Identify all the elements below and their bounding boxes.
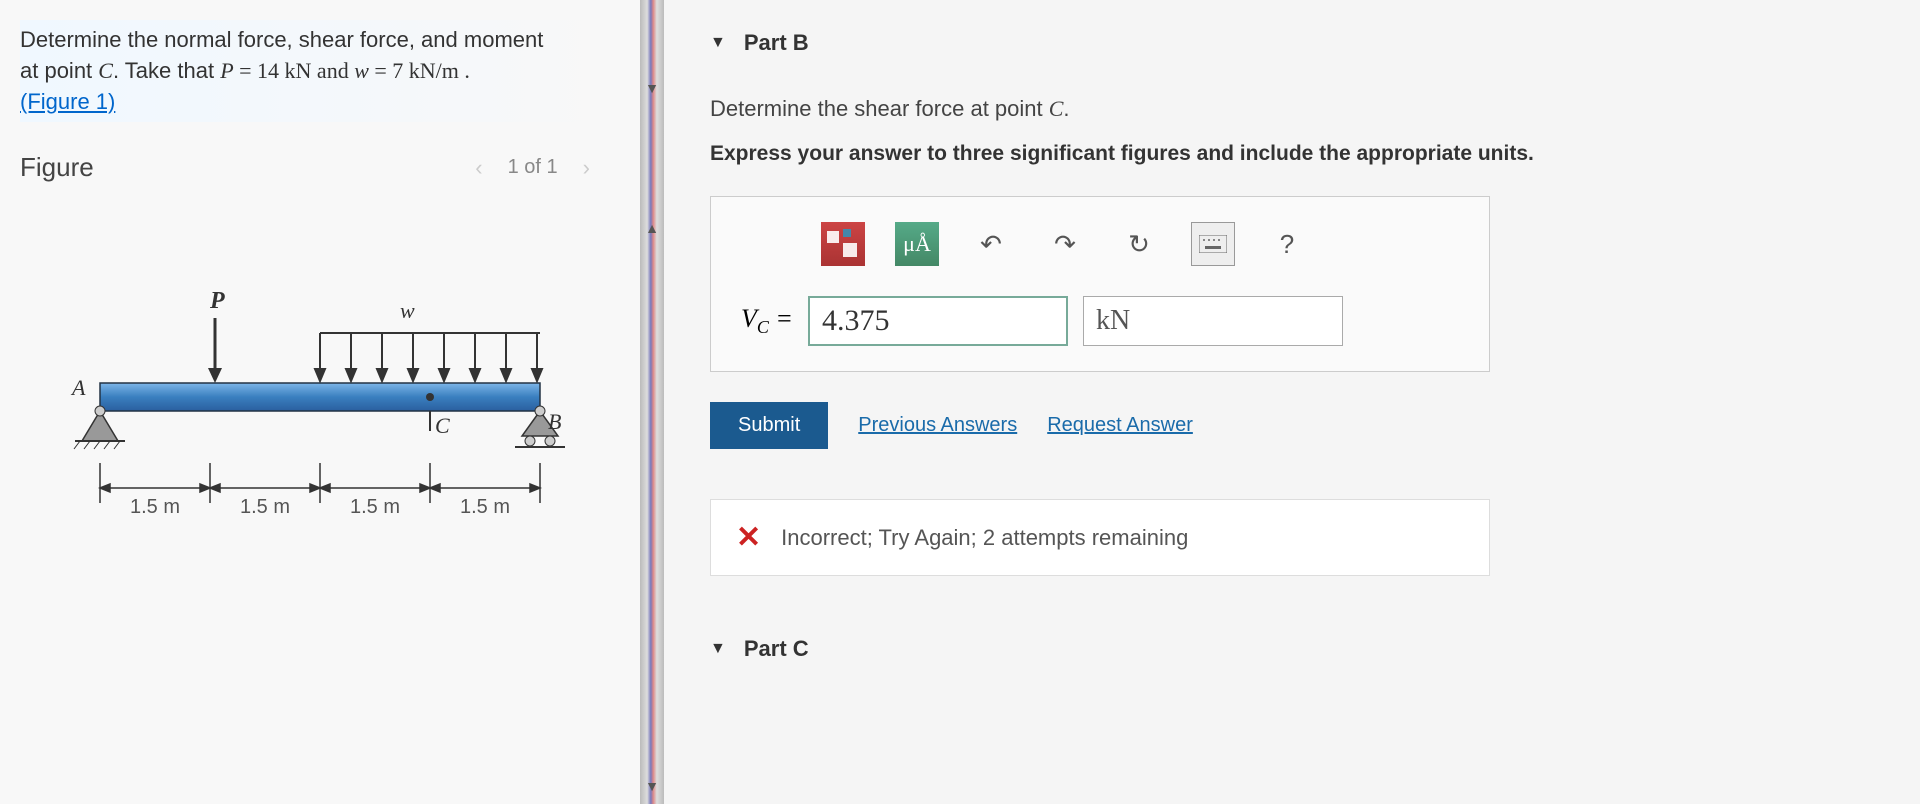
- help-icon[interactable]: ?: [1265, 222, 1309, 266]
- panel-divider[interactable]: ▼ ▲ ▼: [640, 0, 664, 804]
- previous-answers-link[interactable]: Previous Answers: [858, 414, 1017, 437]
- dim-4: 1.5 m: [460, 496, 510, 518]
- prev-figure-icon[interactable]: ‹: [475, 155, 482, 181]
- undo-icon[interactable]: ↶: [969, 222, 1013, 266]
- scroll-down-icon[interactable]: ▼: [645, 80, 659, 96]
- instruction-text: Express your answer to three significant…: [710, 142, 1870, 166]
- question-text: Determine the shear force at point C.: [710, 96, 1870, 122]
- dim-3: 1.5 m: [350, 496, 400, 518]
- submit-button[interactable]: Submit: [710, 402, 828, 449]
- action-row: Submit Previous Answers Request Answer: [710, 402, 1870, 449]
- redo-icon[interactable]: ↷: [1043, 222, 1087, 266]
- figure-header: Figure ‹ 1 of 1 ›: [20, 152, 620, 183]
- scroll-down2-icon[interactable]: ▼: [645, 778, 659, 794]
- problem-statement: Determine the normal force, shear force,…: [20, 20, 620, 122]
- part-c-title: Part C: [744, 636, 809, 662]
- part-b-header[interactable]: ▼ Part B: [710, 30, 1870, 56]
- part-c-header[interactable]: ▼ Part C: [710, 636, 1870, 662]
- answer-row: VC =: [741, 296, 1459, 346]
- figure-title: Figure: [20, 152, 94, 183]
- answer-box: μÅ ↶ ↷ ↻ ? VC =: [710, 196, 1490, 372]
- prob-line1: Determine the normal force, shear force,…: [20, 27, 543, 52]
- figure-diagram: P w A: [70, 233, 570, 533]
- feedback-box: ✕ Incorrect; Try Again; 2 attempts remai…: [710, 499, 1490, 576]
- caret-down-icon[interactable]: ▼: [710, 640, 726, 658]
- variable-label: VC =: [741, 304, 793, 338]
- next-figure-icon[interactable]: ›: [583, 155, 590, 181]
- answer-toolbar: μÅ ↶ ↷ ↻ ?: [821, 222, 1459, 266]
- units-button[interactable]: μÅ: [895, 222, 939, 266]
- reset-icon[interactable]: ↻: [1117, 222, 1161, 266]
- templates-button[interactable]: [821, 222, 865, 266]
- label-w: w: [400, 298, 415, 323]
- scroll-up-icon[interactable]: ▲: [645, 220, 659, 236]
- right-panel: ▼ Part B Determine the shear force at po…: [640, 0, 1920, 804]
- label-C: C: [435, 413, 450, 438]
- request-answer-link[interactable]: Request Answer: [1047, 414, 1193, 437]
- part-b-title: Part B: [744, 30, 809, 56]
- incorrect-icon: ✕: [736, 520, 761, 555]
- dim-1: 1.5 m: [130, 496, 180, 518]
- label-B: B: [548, 409, 561, 434]
- label-P: P: [209, 288, 225, 314]
- unit-input[interactable]: [1083, 296, 1343, 346]
- left-panel: Determine the normal force, shear force,…: [0, 0, 640, 804]
- caret-down-icon[interactable]: ▼: [710, 34, 726, 52]
- dim-2: 1.5 m: [240, 496, 290, 518]
- feedback-text: Incorrect; Try Again; 2 attempts remaini…: [781, 525, 1188, 551]
- figure-pager: ‹ 1 of 1 ›: [475, 155, 590, 181]
- label-A: A: [70, 375, 86, 400]
- figure-link[interactable]: (Figure 1): [20, 89, 115, 114]
- pager-text: 1 of 1: [508, 156, 558, 179]
- value-input[interactable]: [808, 296, 1068, 346]
- keyboard-icon[interactable]: [1191, 222, 1235, 266]
